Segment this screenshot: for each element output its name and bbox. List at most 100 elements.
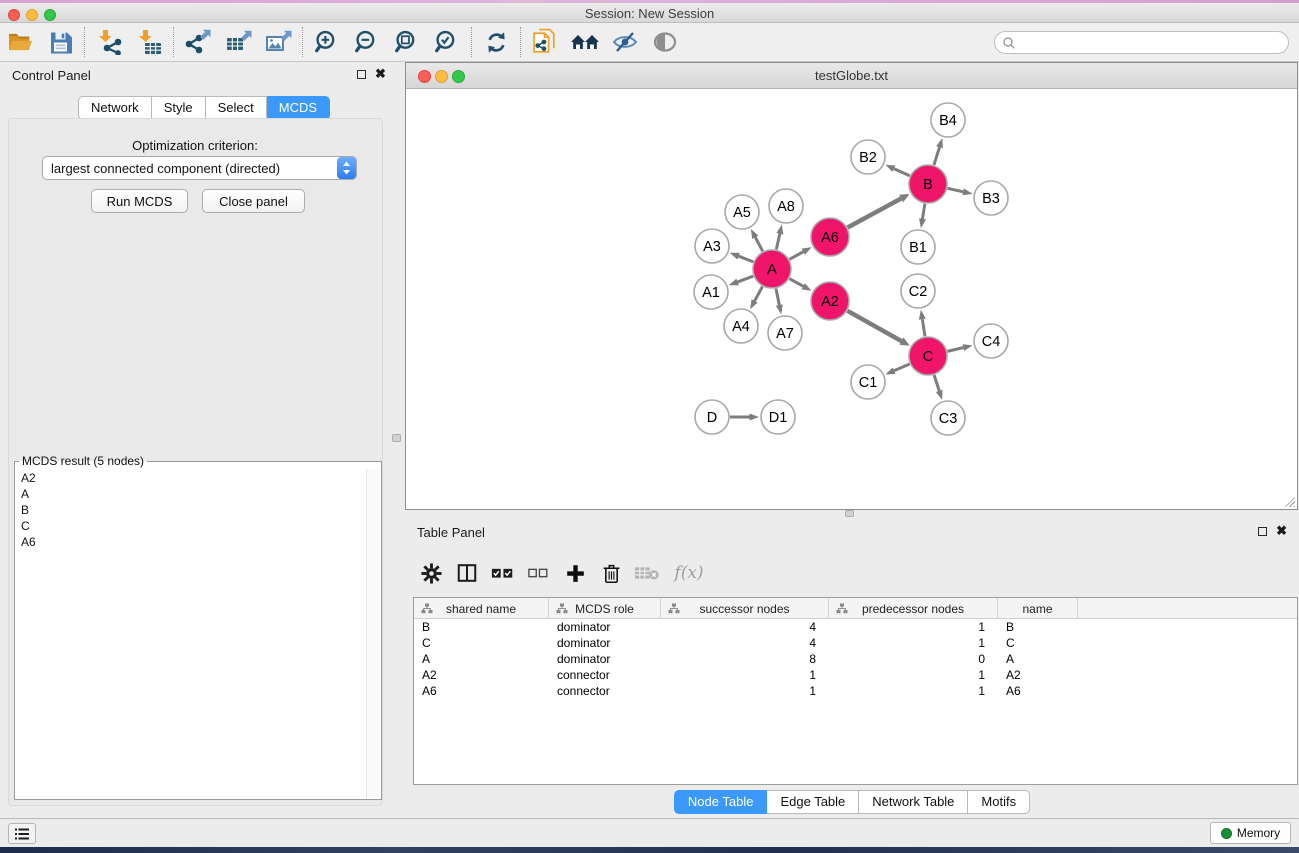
network-canvas[interactable]: B4B2BB3A5A8A6A3B1AA1C2A2A4A7C4CC1DD1C3 xyxy=(407,89,1297,509)
graph-edge-B-B3[interactable] xyxy=(948,188,964,191)
column-header-MCDS-role[interactable]: MCDS role xyxy=(549,598,661,619)
graph-edge-A-A1[interactable] xyxy=(738,276,754,282)
run-mcds-button[interactable]: Run MCDS xyxy=(91,189,188,213)
zoom-fit-button[interactable] xyxy=(387,25,427,59)
splitter-grip[interactable] xyxy=(845,510,854,517)
task-history-button[interactable] xyxy=(8,823,36,844)
column-header-successor-nodes[interactable]: successor nodes xyxy=(661,598,829,619)
table-cell: 0 xyxy=(829,651,998,667)
toolbar-separator xyxy=(302,27,303,57)
graph-edge-A-A6[interactable] xyxy=(790,252,804,260)
panel-splitter-horizontal[interactable] xyxy=(405,510,1299,519)
new-network-from-selection-button[interactable] xyxy=(525,25,565,59)
memory-button[interactable]: Memory xyxy=(1210,822,1291,844)
edge-arrowhead xyxy=(919,310,926,320)
hierarchy-icon xyxy=(421,603,433,614)
refresh-button[interactable] xyxy=(476,25,516,59)
node-table: shared nameMCDS rolesuccessor nodes prede… xyxy=(413,597,1298,785)
table-row[interactable]: Bdominator41B xyxy=(414,619,1297,635)
table-cell: B xyxy=(414,619,549,635)
panel-splitter-vertical[interactable] xyxy=(390,62,405,818)
zoom-in-button[interactable] xyxy=(307,25,347,59)
close-panel-button[interactable]: Close panel xyxy=(202,189,305,213)
edge-arrowhead xyxy=(776,304,783,314)
search-input[interactable] xyxy=(1016,34,1288,52)
table-cell: 4 xyxy=(661,619,829,635)
tab-motifs[interactable]: Motifs xyxy=(968,790,1030,814)
graph-edge-C-C2[interactable] xyxy=(922,319,925,336)
tab-network[interactable]: Network xyxy=(78,96,152,120)
function-builder-button-disabled[interactable]: f(x) xyxy=(665,557,713,589)
result-item: C xyxy=(17,518,365,534)
export-network-button[interactable] xyxy=(178,25,218,59)
show-details-button[interactable] xyxy=(645,25,685,59)
table-row[interactable]: Adominator80A xyxy=(414,651,1297,667)
tab-select[interactable]: Select xyxy=(206,96,267,120)
import-table-button[interactable] xyxy=(129,25,169,59)
graph-edge-A-A4[interactable] xyxy=(755,287,763,301)
close-panel-icon[interactable]: ✖ xyxy=(1276,523,1287,539)
toolbar-separator xyxy=(173,27,174,57)
column-header-shared-name[interactable]: shared name xyxy=(414,598,549,619)
graph-edge-B-B2[interactable] xyxy=(894,169,910,176)
graph-edge-C-C3[interactable] xyxy=(934,375,939,391)
delete-column-button[interactable] xyxy=(593,557,629,589)
graph-edge-A2-C[interactable] xyxy=(847,311,901,341)
import-network-button[interactable] xyxy=(89,25,129,59)
close-panel-icon[interactable]: ✖ xyxy=(375,66,386,82)
zoom-selected-button[interactable] xyxy=(427,25,467,59)
graph-edge-A-A7[interactable] xyxy=(776,289,779,305)
select-all-columns-button[interactable] xyxy=(485,557,521,589)
tab-edge-table[interactable]: Edge Table xyxy=(767,790,859,814)
float-panel-icon[interactable] xyxy=(357,70,366,79)
document-network-icon xyxy=(532,28,559,57)
optimization-criterion-dropdown[interactable]: largest connected component (directed) xyxy=(42,156,357,180)
network-window-titlebar[interactable]: testGlobe.txt xyxy=(406,63,1297,89)
delete-table-button-disabled[interactable] xyxy=(629,557,665,589)
float-panel-icon[interactable] xyxy=(1258,527,1267,536)
table-row[interactable]: A2connector11A2 xyxy=(414,667,1297,683)
graph-node-label: A8 xyxy=(777,199,795,215)
table-cell: A6 xyxy=(414,683,549,699)
graph-edge-A-A8[interactable] xyxy=(776,234,779,250)
edge-arrowhead xyxy=(885,165,895,172)
hide-details-button[interactable] xyxy=(605,25,645,59)
column-header-predecessor-nodes[interactable]: predecessor nodes xyxy=(829,598,998,619)
control-panel-tabs: NetworkStyleSelectMCDS xyxy=(78,96,330,120)
open-session-button[interactable] xyxy=(0,25,40,59)
graph-edge-B-B4[interactable] xyxy=(934,147,940,165)
table-settings-button[interactable] xyxy=(413,557,449,589)
graph-edge-B-B1[interactable] xyxy=(922,204,924,219)
graph-node-label: C4 xyxy=(982,334,1001,350)
tab-network-table[interactable]: Network Table xyxy=(859,790,968,814)
tab-style[interactable]: Style xyxy=(152,96,206,120)
show-column-panel-button[interactable] xyxy=(449,557,485,589)
houses-button[interactable] xyxy=(565,25,605,59)
export-table-button[interactable] xyxy=(218,25,258,59)
search-field[interactable] xyxy=(994,31,1289,54)
table-row[interactable]: A6connector11A6 xyxy=(414,683,1297,699)
eye-slash-icon xyxy=(611,30,639,54)
statusbar: Memory xyxy=(0,818,1299,847)
graph-edge-A-A3[interactable] xyxy=(739,256,754,262)
column-header-name[interactable]: name xyxy=(998,598,1078,619)
graph-edge-C-C1[interactable] xyxy=(894,364,909,371)
window-title: Session: New Session xyxy=(0,6,1299,21)
splitter-grip[interactable] xyxy=(392,434,401,442)
export-image-button[interactable] xyxy=(258,25,298,59)
table-row[interactable]: Cdominator41C xyxy=(414,635,1297,651)
graph-edge-A-A2[interactable] xyxy=(790,279,804,287)
result-scrollbar[interactable] xyxy=(366,469,380,798)
graph-edge-A-A5[interactable] xyxy=(755,237,762,251)
tab-mcds[interactable]: MCDS xyxy=(267,96,330,120)
zoom-out-button[interactable] xyxy=(347,25,387,59)
tab-node-table[interactable]: Node Table xyxy=(674,790,768,814)
create-column-button[interactable] xyxy=(557,557,593,589)
graph-edge-C-C4[interactable] xyxy=(947,348,963,352)
save-session-button[interactable] xyxy=(40,25,80,59)
graph-edge-A6-B[interactable] xyxy=(848,199,902,228)
column-header-label: predecessor nodes xyxy=(862,602,964,616)
unselect-all-columns-button[interactable] xyxy=(521,557,557,589)
optimization-criterion-label: Optimization criterion: xyxy=(0,138,390,153)
export-network-icon xyxy=(185,29,211,55)
